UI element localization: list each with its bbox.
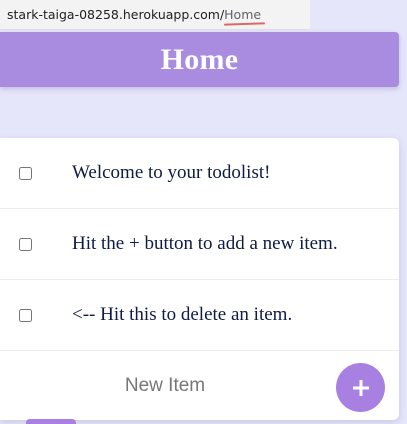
new-item-input[interactable]: [0, 351, 330, 420]
todo-checkbox[interactable]: [19, 237, 32, 251]
todo-text: <-- Hit this to delete an item.: [72, 304, 293, 325]
todo-checkbox[interactable]: [19, 166, 32, 180]
new-item-form: [0, 351, 399, 420]
todo-item: Welcome to your todolist!: [0, 138, 399, 209]
todo-item: Hit the + button to add a new item.: [0, 209, 399, 280]
todo-text: Welcome to your todolist!: [72, 162, 271, 183]
page-title: Home: [160, 42, 239, 76]
plus-icon: [352, 379, 369, 396]
page-header: Home: [0, 32, 399, 87]
bottom-tab-indicator: [26, 419, 76, 424]
add-item-button[interactable]: [336, 363, 385, 412]
todo-item: <-- Hit this to delete an item.: [0, 280, 399, 351]
todo-text: Hit the + button to add a new item.: [72, 233, 338, 254]
address-bar[interactable]: stark-taiga-08258.herokuapp.com/Home: [0, 0, 310, 30]
url-path: Home: [224, 7, 262, 22]
todo-checkbox[interactable]: [19, 308, 32, 322]
url-host: stark-taiga-08258.herokuapp.com/: [7, 7, 225, 22]
todo-list-card: Welcome to your todolist! Hit the + butt…: [0, 138, 399, 420]
